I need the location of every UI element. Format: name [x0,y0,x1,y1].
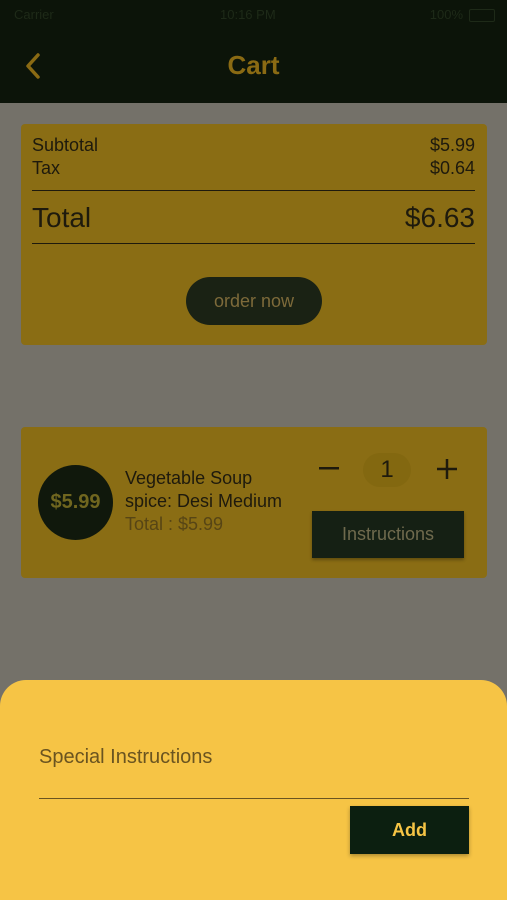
quantity-value: 1 [363,453,411,487]
instructions-sheet: Special Instructions Add [0,680,507,900]
total-label: Total [32,202,92,233]
special-instructions-input[interactable] [39,740,469,799]
item-spice: spice: Desi Medium [125,491,283,511]
order-summary-card: Subtotal $5.99 Tax $0.64 Total $6.63 ord… [21,124,487,345]
tax-label: Tax [32,158,61,178]
total-value: $6.63 [404,202,475,233]
increase-quantity-button[interactable] [435,454,459,484]
subtotal-label: Subtotal [32,135,99,155]
minus-icon [319,467,339,470]
tax-row: Tax $0.64 [32,158,475,179]
cart-item-card: $5.99 Vegetable Soup spice: Desi Medium … [21,427,487,578]
plus-icon [437,459,457,479]
divider [32,190,475,191]
add-button[interactable]: Add [350,806,469,854]
decrease-quantity-button[interactable] [317,454,341,484]
item-name: Vegetable Soup [125,468,253,488]
price-badge: $5.99 [38,465,113,540]
divider [32,243,475,244]
app-bar: Cart [0,30,507,103]
status-time: 10:16 PM [220,7,276,22]
carrier-label: Carrier [14,7,54,22]
tax-value: $0.64 [429,158,475,178]
subtotal-value: $5.99 [429,135,475,155]
page-title: Cart [227,50,280,80]
instructions-button[interactable]: Instructions [312,511,464,558]
battery-label: 100% [429,7,463,22]
status-bar: Carrier 10:16 PM 100% [0,0,507,30]
subtotal-row: Subtotal $5.99 [32,135,475,156]
total-row: Total $6.63 [32,202,475,234]
battery-icon [469,9,495,22]
order-now-button[interactable]: order now [186,277,322,325]
item-total: Total : $5.99 [125,514,224,534]
